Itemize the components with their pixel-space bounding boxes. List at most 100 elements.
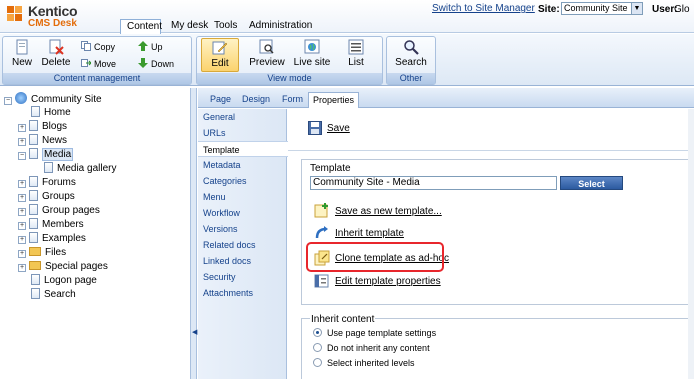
tree-node-news[interactable]: + News [18, 134, 67, 148]
tab-my-desk[interactable]: My desk [165, 19, 214, 33]
radio-do-not-inherit[interactable]: Do not inherit any content [313, 342, 430, 354]
tree-node-forums[interactable]: + Forums [18, 176, 76, 190]
menu-item-linked-docs[interactable]: Linked docs [198, 253, 287, 269]
tree-node-groups[interactable]: + Groups [18, 190, 75, 204]
chevron-down-icon: ▼ [631, 3, 642, 14]
move-button[interactable]: Move [81, 58, 116, 70]
live-site-globe-icon [304, 39, 320, 54]
up-button[interactable]: Up [138, 41, 163, 53]
inherit-arrow-icon [315, 226, 328, 239]
live-site-button[interactable]: Live site [291, 39, 333, 68]
tree-node-blogs[interactable]: + Blogs [18, 120, 67, 134]
radio-use-page-template-settings[interactable]: Use page template settings [313, 327, 436, 339]
expand-icon[interactable]: + [18, 194, 26, 202]
menu-item-categories[interactable]: Categories [198, 173, 287, 189]
other-group: Search Other [386, 36, 436, 85]
logo: Kentico CMS Desk [6, 3, 96, 31]
menu-item-general[interactable]: General [198, 109, 287, 125]
collapse-icon[interactable]: − [18, 152, 26, 160]
collapse-left-icon[interactable]: ◀ [192, 326, 197, 340]
list-button[interactable]: List [341, 39, 371, 68]
delete-button[interactable]: Delete [39, 39, 73, 68]
edit-button[interactable]: Edit [201, 38, 239, 72]
view-mode-group: Edit Preview Live site List View mode [196, 36, 383, 85]
tree-node-label: Members [42, 219, 84, 230]
site-select[interactable]: Community Site ▼ [561, 2, 643, 15]
save-link[interactable]: Save [327, 123, 350, 134]
switch-to-site-manager-link[interactable]: Switch to Site Manager [432, 3, 535, 14]
radio-label: Select inherited levels [327, 358, 415, 368]
new-button[interactable]: New [9, 39, 35, 68]
inherit-template-link[interactable]: Inherit template [335, 228, 404, 239]
edit-label: Edit [211, 58, 229, 69]
down-button[interactable]: Down [138, 58, 174, 70]
content-scrollbar[interactable] [688, 109, 694, 379]
save-as-new-template-link[interactable]: Save as new template... [335, 206, 442, 217]
menu-item-metadata[interactable]: Metadata [198, 157, 287, 173]
search-button[interactable]: Search [393, 39, 429, 68]
site-globe-icon [15, 92, 27, 104]
expand-icon[interactable]: + [18, 236, 26, 244]
tree-node-members[interactable]: + Members [18, 218, 84, 232]
edit-template-properties-link[interactable]: Edit template properties [335, 276, 441, 287]
save-disk-icon[interactable] [308, 121, 322, 135]
tree-node-examples[interactable]: + Examples [18, 232, 86, 246]
menu-item-urls[interactable]: URLs [198, 125, 287, 141]
tab-administration[interactable]: Administration [243, 19, 318, 33]
tree-node-label: News [42, 135, 68, 146]
page-icon [31, 288, 40, 299]
tab-properties[interactable]: Properties [308, 92, 360, 108]
tree-node-logon-page[interactable]: Logon page [31, 274, 97, 288]
live-site-label: Live site [293, 57, 331, 68]
tree-node-search[interactable]: Search [31, 288, 76, 302]
expand-icon[interactable]: + [18, 138, 26, 146]
move-icon [81, 59, 91, 67]
expand-icon[interactable]: + [18, 124, 26, 132]
radio-empty-icon [313, 358, 322, 367]
tab-page[interactable]: Page [206, 92, 235, 107]
tree-root[interactable]: − Community Site [4, 92, 102, 106]
expand-icon[interactable]: + [18, 222, 26, 230]
menu-item-attachments[interactable]: Attachments [198, 285, 287, 301]
menu-item-workflow[interactable]: Workflow [198, 205, 287, 221]
menu-item-versions[interactable]: Versions [198, 221, 287, 237]
expand-icon[interactable]: + [18, 250, 26, 258]
radio-select-inherited-levels[interactable]: Select inherited levels [313, 357, 415, 369]
tree-node-media-gallery[interactable]: Media gallery [44, 162, 116, 176]
collapse-icon[interactable]: − [4, 97, 12, 105]
tab-content[interactable]: Content [120, 19, 162, 34]
tree-node-label: Logon page [44, 275, 97, 286]
tree-node-label: Examples [42, 233, 86, 244]
radio-empty-icon [313, 343, 322, 352]
list-icon [348, 39, 364, 55]
toolbar: New Delete Copy Move Up Down Content man… [0, 34, 694, 86]
tree-node-label: Files [45, 247, 67, 258]
template-name-field[interactable]: Community Site - Media [310, 176, 557, 190]
tree-node-files[interactable]: + Files [18, 246, 66, 260]
page-icon [31, 274, 40, 285]
new-page-icon [16, 39, 28, 55]
preview-icon [259, 39, 274, 54]
tree-node-group-pages[interactable]: + Group pages [18, 204, 100, 218]
preview-button[interactable]: Preview [247, 39, 287, 68]
delete-icon [49, 39, 64, 55]
tab-design[interactable]: Design [238, 92, 274, 107]
user-value: Glo [674, 4, 690, 15]
select-template-button[interactable]: Select [560, 176, 623, 190]
move-label: Move [94, 59, 117, 69]
menu-item-menu[interactable]: Menu [198, 189, 287, 205]
tree-node-special-pages[interactable]: + Special pages [18, 260, 108, 274]
tab-tools[interactable]: Tools [208, 19, 243, 33]
copy-button[interactable]: Copy [81, 41, 115, 53]
tree-node-home[interactable]: Home [31, 106, 71, 120]
clone-highlight-box [306, 242, 444, 272]
tree-node-label: Search [44, 289, 76, 300]
expand-icon[interactable]: + [18, 180, 26, 188]
menu-item-related-docs[interactable]: Related docs [198, 237, 287, 253]
tree-node-media[interactable]: − Media [18, 148, 74, 162]
menu-item-template[interactable]: Template [198, 141, 288, 157]
expand-icon[interactable]: + [18, 264, 26, 272]
expand-icon[interactable]: + [18, 208, 26, 216]
menu-item-security[interactable]: Security [198, 269, 287, 285]
tab-form[interactable]: Form [278, 92, 307, 107]
